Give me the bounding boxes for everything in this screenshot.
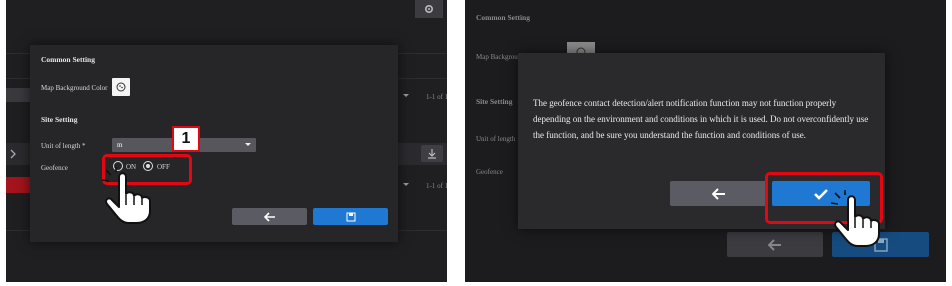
- save-button[interactable]: [313, 208, 388, 225]
- back-arrow-icon: [768, 238, 781, 251]
- pagination-text: 1-1 of 1: [426, 182, 447, 190]
- save-icon: [346, 212, 355, 221]
- red-row-indicator: [6, 177, 32, 193]
- chevron-right-icon[interactable]: [9, 149, 17, 159]
- back-arrow-icon: [263, 211, 275, 222]
- map-bg-color-button[interactable]: [112, 78, 130, 96]
- download-button[interactable]: [421, 145, 443, 162]
- warning-message: The geofence contact detection/alert not…: [533, 98, 869, 140]
- geofence-label: Geofence: [41, 164, 68, 172]
- unit-of-length-label: Unit of length: [476, 135, 516, 143]
- geofence-label: Geofence: [476, 168, 503, 176]
- section-title-common: Common Setting: [41, 55, 95, 64]
- download-icon: [428, 149, 436, 159]
- unit-of-length-label: Unit of length *: [41, 142, 86, 150]
- back-arrow-icon: [712, 187, 725, 200]
- page-dropdown-arrow-icon[interactable]: [402, 93, 410, 99]
- section-title-site: Site Setting: [41, 115, 78, 124]
- right-screenshot: Common Setting Map Background Color Site…: [465, 0, 946, 282]
- back-button[interactable]: [232, 208, 307, 225]
- dropdown-arrow-icon: [245, 143, 251, 146]
- table-row-highlight: [6, 88, 30, 102]
- gear-icon: [425, 5, 434, 14]
- settings-button[interactable]: [415, 0, 443, 18]
- hand-pointer-icon: [828, 190, 888, 250]
- back-button[interactable]: [670, 181, 768, 206]
- color-palette-icon: [116, 82, 126, 92]
- settings-dialog: Common Setting Map Background Color Site…: [30, 45, 398, 242]
- pagination-text: 1-1 of 1: [426, 93, 447, 101]
- map-bg-color-label: Map Background Color: [41, 84, 108, 92]
- step-number-badge: 1: [172, 126, 200, 152]
- hand-pointer-icon: [99, 167, 161, 225]
- left-screenshot: 1-1 of 1 1-1 of 1 Common Setting Map Bac…: [6, 0, 447, 282]
- section-title-common: Common Setting: [476, 13, 530, 22]
- back-button[interactable]: [727, 232, 823, 257]
- page-dropdown-arrow-icon[interactable]: [402, 182, 410, 188]
- section-title-site: Site Setting: [476, 97, 513, 106]
- unit-value: m: [117, 141, 123, 149]
